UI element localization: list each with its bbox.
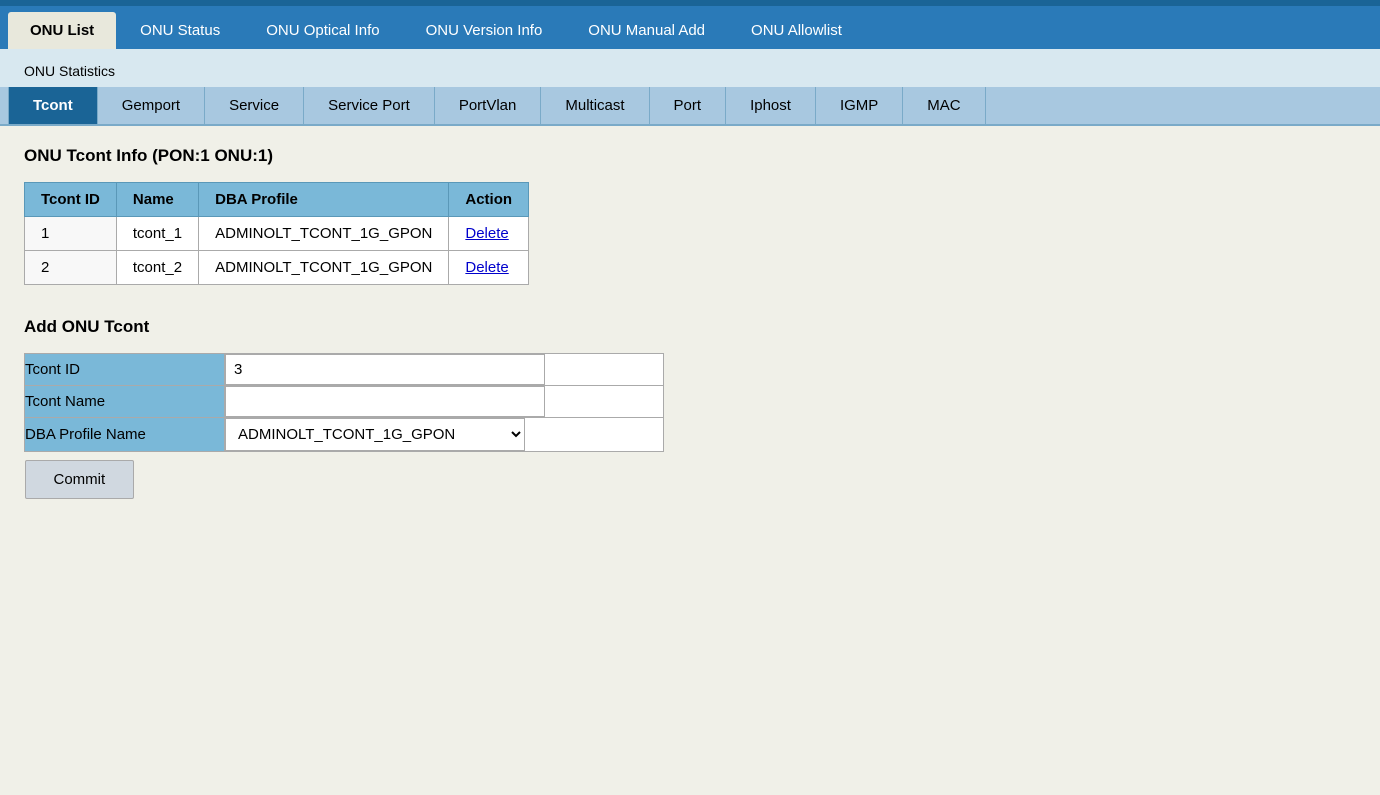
- commit-button[interactable]: Commit: [25, 460, 135, 499]
- col-tcont-id: Tcont ID: [25, 183, 117, 217]
- sub-navigation: Tcont Gemport Service Service Port PortV…: [0, 87, 1380, 126]
- tab-port[interactable]: Port: [650, 87, 727, 124]
- form-input-cell-dba-profile: ADMINOLT_TCONT_1G_GPON: [225, 418, 664, 452]
- tab-tcont[interactable]: Tcont: [8, 87, 98, 124]
- tab-service-port[interactable]: Service Port: [304, 87, 435, 124]
- tab-onu-optical-info[interactable]: ONU Optical Info: [244, 12, 401, 49]
- delete-button-1[interactable]: Delete: [465, 225, 508, 242]
- tcont-name-input[interactable]: [225, 386, 545, 417]
- table-row: 2 tcont_2 ADMINOLT_TCONT_1G_GPON Delete: [25, 251, 529, 285]
- tab-onu-status[interactable]: ONU Status: [118, 12, 242, 49]
- cell-name-1: tcont_1: [116, 217, 198, 251]
- form-row-tcont-id: Tcont ID: [25, 354, 664, 386]
- form-row-commit: Commit: [25, 452, 664, 508]
- cell-dba-profile-2: ADMINOLT_TCONT_1G_GPON: [199, 251, 449, 285]
- form-label-tcont-id: Tcont ID: [25, 354, 225, 386]
- tab-mac[interactable]: MAC: [903, 87, 985, 124]
- delete-button-2[interactable]: Delete: [465, 259, 508, 276]
- form-label-tcont-name: Tcont Name: [25, 386, 225, 418]
- col-action: Action: [449, 183, 529, 217]
- tab-portvlan[interactable]: PortVlan: [435, 87, 542, 124]
- cell-action-1: Delete: [449, 217, 529, 251]
- tab-onu-manual-add[interactable]: ONU Manual Add: [566, 12, 727, 49]
- top-navigation: ONU List ONU Status ONU Optical Info ONU…: [0, 6, 1380, 49]
- cell-tcont-id-1: 1: [25, 217, 117, 251]
- tab-onu-version-info[interactable]: ONU Version Info: [404, 12, 565, 49]
- col-name: Name: [116, 183, 198, 217]
- tab-gemport[interactable]: Gemport: [98, 87, 205, 124]
- tcont-info-table: Tcont ID Name DBA Profile Action 1 tcont…: [24, 182, 529, 285]
- info-table-title: ONU Tcont Info (PON:1 ONU:1): [24, 146, 1356, 166]
- tab-igmp[interactable]: IGMP: [816, 87, 903, 124]
- tab-onu-allowlist[interactable]: ONU Allowlist: [729, 12, 864, 49]
- tcont-id-input[interactable]: [225, 354, 545, 385]
- cell-dba-profile-1: ADMINOLT_TCONT_1G_GPON: [199, 217, 449, 251]
- tab-onu-list[interactable]: ONU List: [8, 12, 116, 49]
- dba-profile-select[interactable]: ADMINOLT_TCONT_1G_GPON: [225, 418, 525, 451]
- table-row: 1 tcont_1 ADMINOLT_TCONT_1G_GPON Delete: [25, 217, 529, 251]
- form-input-cell-tcont-name: [225, 386, 664, 418]
- cell-action-2: Delete: [449, 251, 529, 285]
- tab-onu-statistics[interactable]: ONU Statistics: [8, 55, 131, 87]
- cell-tcont-id-2: 2: [25, 251, 117, 285]
- form-row-dba-profile: DBA Profile Name ADMINOLT_TCONT_1G_GPON: [25, 418, 664, 452]
- col-dba-profile: DBA Profile: [199, 183, 449, 217]
- add-tcont-form: Tcont ID Tcont Name DBA Profile Name ADM…: [24, 353, 664, 507]
- tab-iphost[interactable]: Iphost: [726, 87, 816, 124]
- add-form-title: Add ONU Tcont: [24, 317, 1356, 337]
- form-row-tcont-name: Tcont Name: [25, 386, 664, 418]
- form-label-dba-profile: DBA Profile Name: [25, 418, 225, 452]
- cell-name-2: tcont_2: [116, 251, 198, 285]
- main-content: ONU Tcont Info (PON:1 ONU:1) Tcont ID Na…: [0, 126, 1380, 527]
- form-input-cell-tcont-id: [225, 354, 664, 386]
- second-navigation: ONU Statistics: [0, 49, 1380, 87]
- tab-service[interactable]: Service: [205, 87, 304, 124]
- tab-multicast[interactable]: Multicast: [541, 87, 649, 124]
